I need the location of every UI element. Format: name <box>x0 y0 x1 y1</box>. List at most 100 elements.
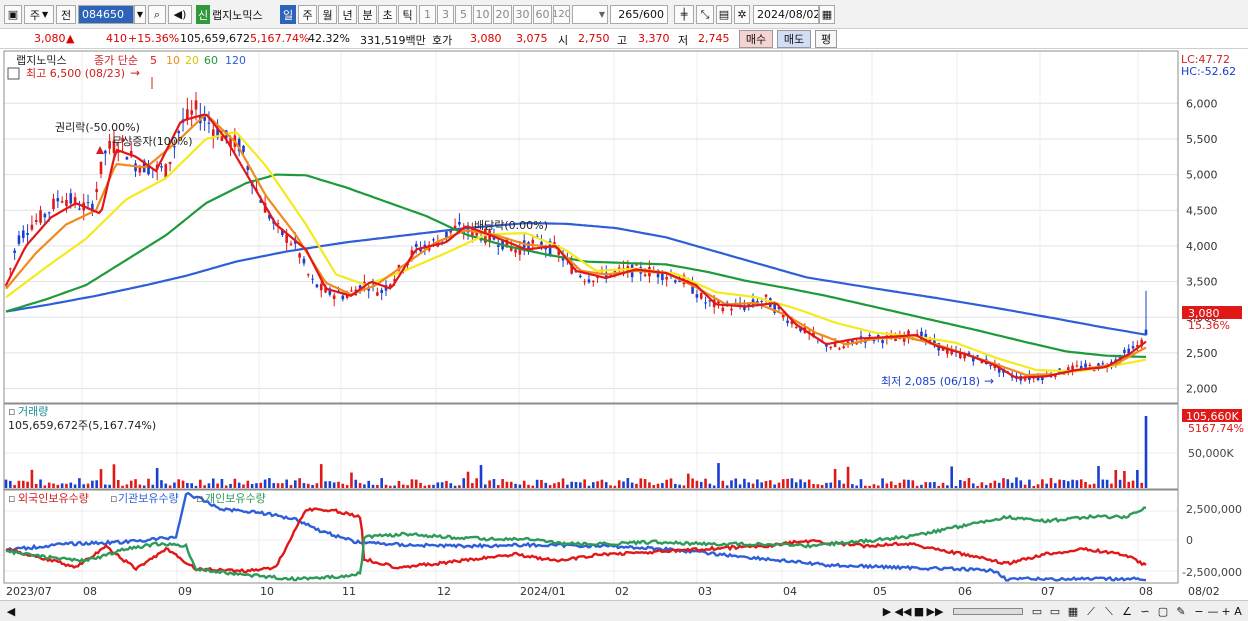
volume-bar <box>876 485 880 488</box>
stop-icon[interactable]: ■ <box>912 604 926 619</box>
stock-code-input[interactable]: 084650 <box>78 5 134 24</box>
buy-button[interactable]: 매수 <box>739 30 773 48</box>
volume-bar <box>613 485 617 488</box>
zoom-out-icon[interactable]: − <box>1192 604 1206 619</box>
volume-bar <box>224 485 228 488</box>
market-select-label: 주 <box>29 8 40 22</box>
curve-icon[interactable]: ∽ <box>1138 604 1152 619</box>
minus-icon[interactable]: — <box>1206 604 1220 619</box>
volume-bar <box>13 485 16 488</box>
period-week-tab[interactable]: 주 <box>298 5 317 24</box>
candle-type-icon[interactable]: ╪ <box>674 5 694 24</box>
interval-custom-input[interactable]: ▼ <box>572 5 608 24</box>
volume-bar <box>462 478 466 488</box>
interval-30-button[interactable]: 30 <box>513 5 532 24</box>
price-change-pct: +15.36% <box>128 32 180 45</box>
brush-icon[interactable]: ✎ <box>1174 604 1188 619</box>
volume-bar <box>376 485 379 488</box>
speaker-icon[interactable]: ◀) <box>168 5 192 24</box>
fast-forward-icon[interactable]: ▶▶ <box>927 604 944 619</box>
volume-bar <box>69 482 73 488</box>
volume-bar <box>566 484 569 488</box>
volume-bar <box>276 483 280 488</box>
volume-bar <box>121 485 124 488</box>
average-button[interactable]: 평 <box>815 30 837 48</box>
volume-bar <box>272 483 276 488</box>
volume-bar <box>743 478 746 488</box>
scroll-left-icon[interactable]: ◀ <box>4 604 18 619</box>
candle-body <box>311 278 314 280</box>
draw-tool-icon[interactable]: ▭ <box>1030 604 1044 619</box>
volume-bar <box>112 464 116 488</box>
angle-icon[interactable]: ∠ <box>1120 604 1134 619</box>
scroll-thumb-bar[interactable] <box>953 608 1023 615</box>
period-day-tab[interactable]: 일 <box>280 5 296 24</box>
draw-tool-2-icon[interactable]: ▭ <box>1048 604 1062 619</box>
screen-menu-icon[interactable]: ▣ <box>4 5 22 24</box>
volume-bar <box>134 479 137 488</box>
volume-bar <box>971 483 975 488</box>
price-tick-label: 4,000 <box>1186 240 1218 253</box>
trendline-icon[interactable]: ⟋ <box>1084 604 1098 619</box>
volume-bar <box>220 478 224 488</box>
window-icon[interactable]: ▢ <box>1156 604 1170 619</box>
interval-120-button[interactable]: 120 <box>553 5 570 24</box>
date-input[interactable]: 2024/08/02 <box>753 5 819 24</box>
period-tick-tab[interactable]: 틱 <box>398 5 417 24</box>
volume-bar <box>812 484 815 488</box>
stock-chart[interactable]: 랩지노믹스 종가 단순 5 10 20 60 120 최고 6,500 (08/… <box>0 49 1248 600</box>
interval-10-button[interactable]: 10 <box>473 5 492 24</box>
zoom-in-icon[interactable]: + <box>1220 604 1232 619</box>
search-icon[interactable]: ⌕ <box>148 5 166 24</box>
scroll-right-icon[interactable]: ▶ <box>880 604 894 619</box>
candle-body <box>1123 349 1126 353</box>
holdings-tick-bottom: -2,500,000 <box>1182 566 1242 579</box>
candle-body <box>583 281 586 283</box>
table-icon[interactable] <box>7 67 20 80</box>
count-input[interactable]: 265/600 <box>610 5 668 24</box>
market-type-button[interactable]: 전 <box>56 5 76 24</box>
volume-bar <box>941 482 945 488</box>
volume-bar <box>496 485 500 488</box>
candle-body <box>721 307 725 312</box>
code-dropdown-icon[interactable]: ▼ <box>134 5 146 24</box>
candle-body <box>838 348 841 350</box>
bottom-scrollbar[interactable]: ◀ ▶ ◀◀ ■ ▶▶ ▭ ▭ ▦ ⟋ ⟍ ∠ ∽ ▢ ✎ − — + A <box>0 600 1248 621</box>
sell-button[interactable]: 매도 <box>777 30 811 48</box>
scroll-thumb[interactable] <box>948 604 1028 619</box>
market-select[interactable]: 주 ▼ <box>24 5 54 24</box>
candle-body <box>695 294 699 298</box>
rights-annotation: 권리락(-50.00%) <box>55 121 140 134</box>
fib-icon[interactable]: ⟍ <box>1102 604 1116 619</box>
interval-20-button[interactable]: 20 <box>493 5 512 24</box>
x-axis-label: 09 <box>178 585 192 598</box>
volume-bar <box>458 485 461 488</box>
chart-stock-name: 랩지노믹스 <box>16 54 67 67</box>
interval-1-button[interactable]: 1 <box>419 5 436 24</box>
volume-bar <box>315 483 319 488</box>
rewind-icon[interactable]: ◀◀ <box>895 604 912 619</box>
font-icon[interactable]: A <box>1232 604 1244 619</box>
period-second-tab[interactable]: 초 <box>378 5 397 24</box>
calendar-icon[interactable]: ▦ <box>819 5 835 24</box>
volume-bar <box>47 482 51 488</box>
save-icon[interactable]: ▤ <box>716 5 732 24</box>
chevron-down-icon: ▼ <box>41 10 49 19</box>
period-minute-tab[interactable]: 분 <box>358 5 377 24</box>
gear-icon[interactable]: ✲ <box>734 5 750 24</box>
volume-bar <box>423 485 427 488</box>
interval-60-button[interactable]: 60 <box>533 5 552 24</box>
volume-bar <box>678 484 681 488</box>
period-month-tab[interactable]: 월 <box>318 5 337 24</box>
draw-line-icon[interactable]: ⤡ <box>696 5 714 24</box>
volume-bar <box>492 479 496 488</box>
draw-tool-3-icon[interactable]: ▦ <box>1066 604 1080 619</box>
interval-3-button[interactable]: 3 <box>437 5 454 24</box>
volume-bar <box>643 479 647 488</box>
volume-bar <box>475 478 478 488</box>
candle-body <box>674 280 677 283</box>
interval-5-button[interactable]: 5 <box>455 5 472 24</box>
period-year-tab[interactable]: 년 <box>338 5 357 24</box>
volume-bar <box>1088 484 1092 488</box>
volume-bar <box>557 482 561 488</box>
